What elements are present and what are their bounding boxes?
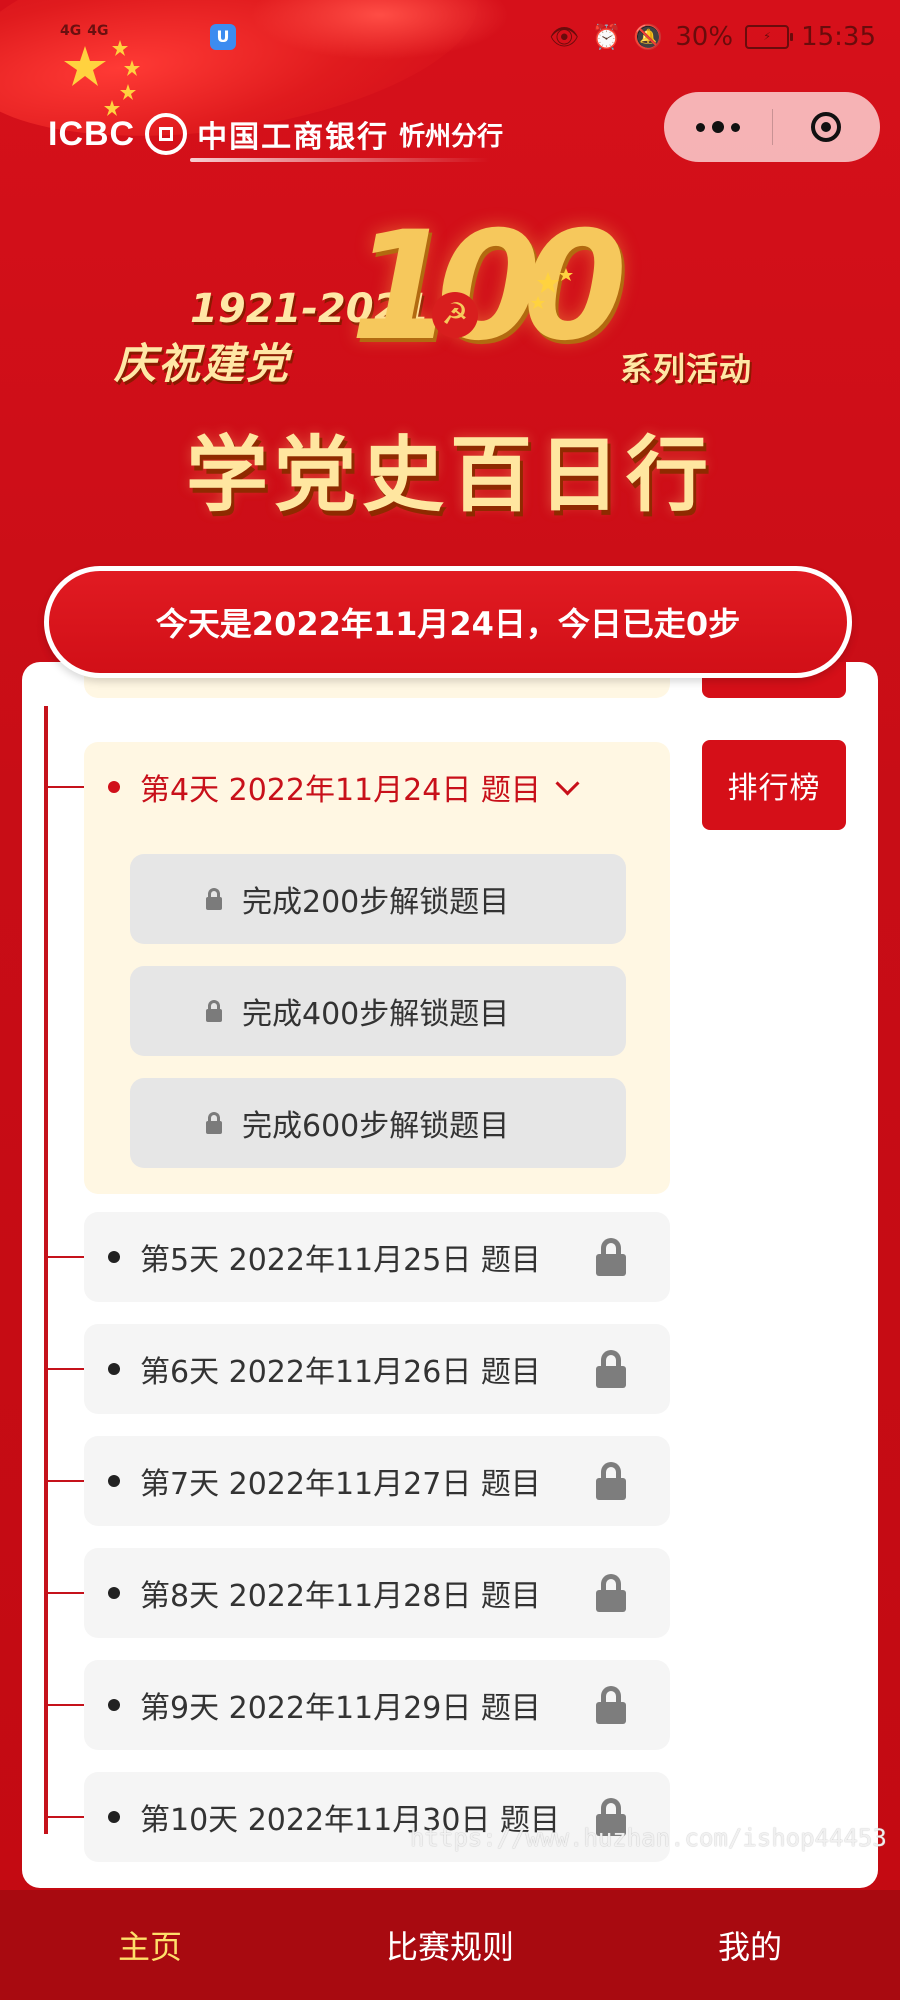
logo-underline xyxy=(190,158,490,162)
bullet-icon xyxy=(108,1251,120,1263)
branch-name: 忻州分行 xyxy=(399,121,504,152)
current-day-label: 第4天 2022年11月24日 题目 xyxy=(140,773,541,808)
clock: 15:35 xyxy=(801,22,876,52)
icbc-emblem-icon xyxy=(145,113,188,155)
lock-icon xyxy=(206,888,222,910)
day-label: 第9天 2022年11月29日 题目 xyxy=(140,1691,541,1726)
celebrate-text: 庆祝建党 xyxy=(114,339,291,388)
emblem-stars-icon xyxy=(531,268,573,309)
header-banner: 4G 4G U 👁 ⏰ 🔕 30% ⚡ 15:35 ICBC 中国工商银行 忻州分… xyxy=(0,0,900,620)
today-steps-text: 今天是2022年11月24日，今日已走0步 xyxy=(155,605,741,643)
icbc-wordmark: ICBC xyxy=(48,114,136,153)
bullet-icon xyxy=(108,1811,120,1823)
eye-icon: 👁 xyxy=(549,23,580,51)
bullet-icon xyxy=(108,1699,120,1711)
timeline-tick xyxy=(46,786,84,788)
more-dots-icon[interactable] xyxy=(664,92,772,162)
lock-icon xyxy=(596,1574,626,1612)
lock-icon xyxy=(596,1350,626,1388)
mute-icon: 🔕 xyxy=(633,23,664,51)
signal-indicators: 4G 4G xyxy=(60,24,114,38)
status-bar: 4G 4G U 👁 ⏰ 🔕 30% ⚡ 15:35 xyxy=(0,18,900,60)
lock-icon xyxy=(206,1112,222,1134)
app-notification-icon: U xyxy=(210,24,236,50)
bank-logo: ICBC 中国工商银行 忻州分行 xyxy=(48,112,503,156)
chevron-down-icon xyxy=(555,770,580,796)
day-item[interactable]: 第8天 2022年11月28日 题目 xyxy=(84,1548,670,1638)
question-unlock-text: 完成600步解锁题目 xyxy=(242,1109,510,1144)
bottom-nav: 主页 比赛规则 我的 xyxy=(0,1890,900,2000)
lock-icon xyxy=(206,1000,222,1022)
series-text: 系列活动 xyxy=(620,350,753,388)
day-item[interactable]: 第9天 2022年11月29日 题目 xyxy=(84,1660,670,1750)
today-steps-banner: 今天是2022年11月24日，今日已走0步 xyxy=(44,566,852,678)
day-label: 第7天 2022年11月27日 题目 xyxy=(140,1467,541,1502)
current-day-header[interactable]: 第4天 2022年11月24日 题目 xyxy=(84,742,670,832)
locked-question-item[interactable]: 完成200步解锁题目 xyxy=(130,854,626,944)
timeline-tick xyxy=(46,1368,84,1370)
day-item[interactable]: 第6天 2022年11月26日 题目 xyxy=(84,1324,670,1414)
main-title: 学党史百日行 xyxy=(185,428,714,523)
nav-rules[interactable]: 比赛规则 xyxy=(300,1890,600,2000)
signal-icon: 4G xyxy=(87,23,109,39)
bullet-icon xyxy=(108,1363,120,1375)
day-item[interactable]: 第5天 2022年11月25日 题目 xyxy=(84,1212,670,1302)
bullet-icon xyxy=(108,1475,120,1487)
locked-question-item[interactable]: 完成600步解锁题目 xyxy=(130,1078,626,1168)
timeline-tick xyxy=(46,1704,84,1706)
mini-program-capsule xyxy=(664,92,880,162)
timeline-tick xyxy=(46,1592,84,1594)
target-close-icon[interactable] xyxy=(773,92,881,162)
signal-icon: 4G xyxy=(60,23,82,39)
nav-home[interactable]: 主页 xyxy=(0,1890,300,2000)
status-right: 👁 ⏰ 🔕 30% ⚡ 15:35 xyxy=(549,22,876,52)
leaderboard-button[interactable]: 排行榜 xyxy=(702,740,846,830)
bullet-icon xyxy=(108,781,120,793)
lock-icon xyxy=(596,1238,626,1276)
question-unlock-text: 完成200步解锁题目 xyxy=(242,885,510,920)
bullet-icon xyxy=(108,1587,120,1599)
day-item[interactable]: 第7天 2022年11月27日 题目 xyxy=(84,1436,670,1526)
question-unlock-text: 完成400步解锁题目 xyxy=(242,997,510,1032)
nav-mine[interactable]: 我的 xyxy=(600,1890,900,2000)
day-label: 第6天 2022年11月26日 题目 xyxy=(140,1355,541,1390)
timeline-tick xyxy=(46,1256,84,1258)
question-list-card: 排行榜 第4天 2022年11月24日 题目 完成200步解锁题目 完成400步… xyxy=(22,662,878,1888)
lock-icon xyxy=(596,1462,626,1500)
current-day-panel: 第4天 2022年11月24日 题目 完成200步解锁题目 完成400步解锁题目… xyxy=(84,742,670,1194)
party-emblem-icon: ☭ xyxy=(432,292,478,338)
day-label: 第8天 2022年11月28日 题目 xyxy=(140,1579,541,1614)
alarm-icon: ⏰ xyxy=(591,23,622,51)
battery-icon: ⚡ xyxy=(745,25,794,49)
watermark-text: https://www.huzhan.com/ishop44453 xyxy=(410,1824,887,1852)
timeline-tick xyxy=(46,1480,84,1482)
lock-icon xyxy=(596,1686,626,1724)
bank-name: 中国工商银行 xyxy=(197,120,390,155)
timeline-tick xyxy=(46,1816,84,1818)
locked-question-item[interactable]: 完成400步解锁题目 xyxy=(130,966,626,1056)
day-label: 第5天 2022年11月25日 题目 xyxy=(140,1243,541,1278)
timeline-line xyxy=(44,706,48,1834)
battery-percent: 30% xyxy=(675,22,734,52)
